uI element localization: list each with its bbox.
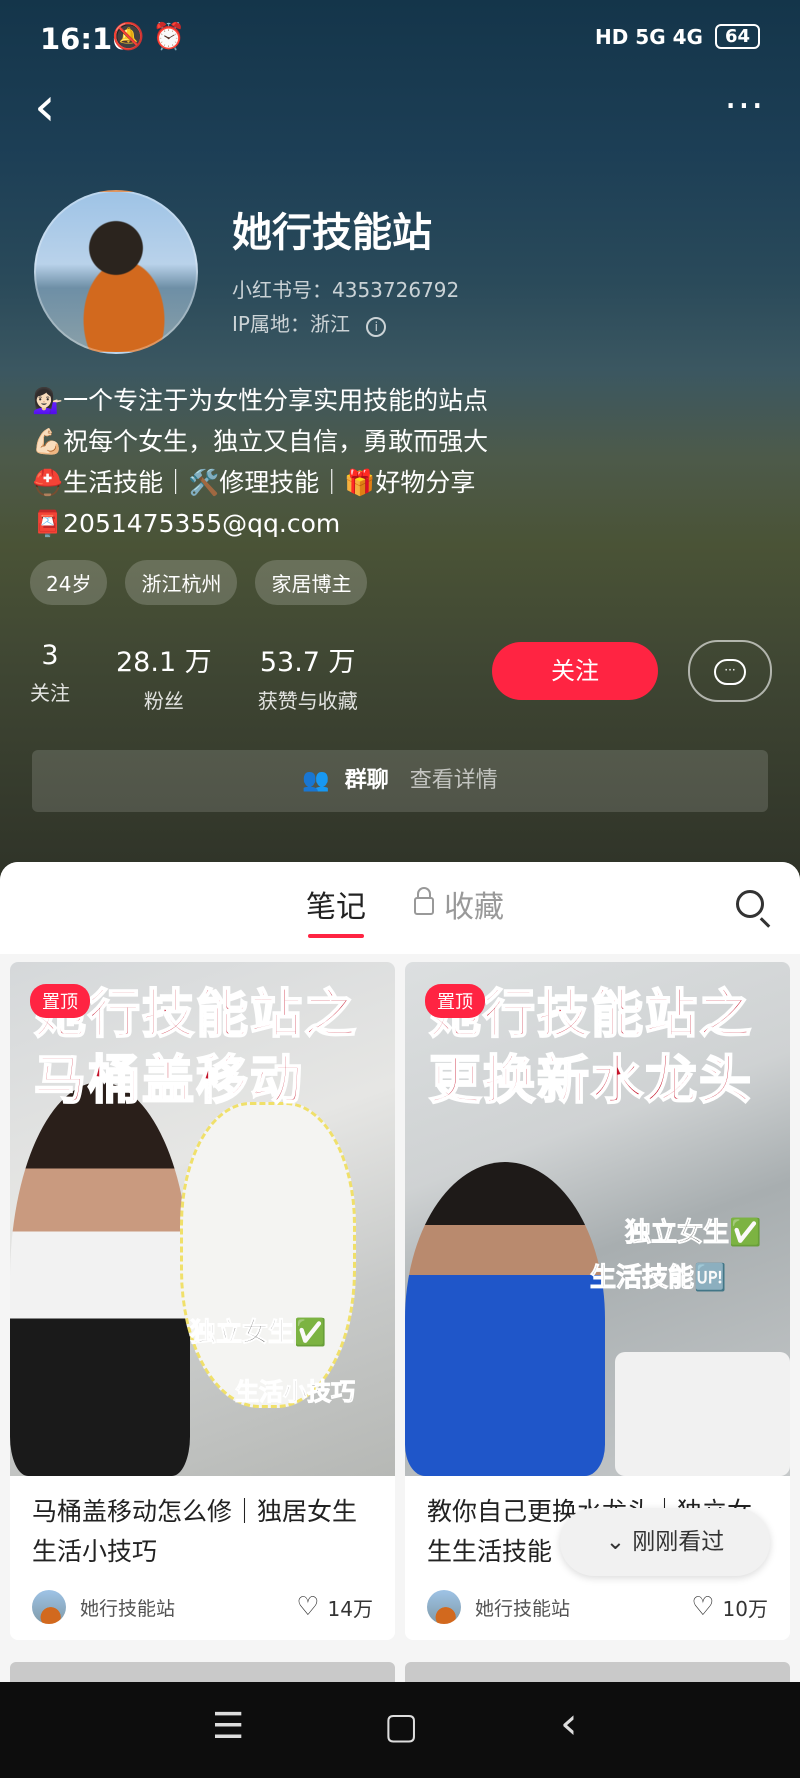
bio-line: 💪🏻祝每个女生，独立又自信，勇敢而强大	[32, 427, 489, 456]
heart-icon: ♡	[296, 1592, 320, 1622]
author-avatar[interactable]	[427, 1590, 461, 1624]
recently-viewed-button[interactable]: ⌄ 刚刚看过	[560, 1508, 770, 1576]
group-chat-bar[interactable]: 👥 群聊 查看详情	[32, 750, 768, 812]
note-title: 马桶盖移动怎么修｜独居女生生活小技巧	[32, 1497, 358, 1566]
stat-likes-label: 获赞与收藏	[257, 689, 358, 713]
author-name[interactable]: 她行技能站	[475, 1594, 570, 1621]
note-card[interactable]: 她行技能站之 马桶盖移动 置顶 独立女生✅ 生活小技巧 马桶盖移动怎么修｜独居女…	[10, 962, 395, 1640]
author-avatar[interactable]	[32, 1590, 66, 1624]
follow-button[interactable]: 关注	[492, 642, 658, 700]
back-icon[interactable]: ‹	[34, 80, 56, 134]
stat-followers[interactable]: 28.1 万 粉丝	[116, 640, 212, 714]
red-id[interactable]: 小红书号：4353726792	[232, 274, 459, 303]
status-bar: 16:16 🔕 ⏰ HD 5G 4G 64	[0, 0, 800, 80]
note-card-peek[interactable]	[10, 1662, 395, 1682]
profile-name: 她行技能站	[232, 210, 432, 256]
cover-person	[405, 1162, 605, 1476]
search-icon[interactable]	[736, 890, 764, 918]
network-indicator: HD 5G 4G	[595, 24, 703, 49]
note-card-peek[interactable]	[405, 1662, 790, 1682]
profile-stats: 3 关注 28.1 万 粉丝 53.7 万 获赞与收藏	[30, 640, 358, 714]
tag-category: 家居博主	[255, 560, 368, 605]
tag-location: 浙江杭州	[125, 560, 238, 605]
stat-likes[interactable]: 53.7 万 获赞与收藏	[258, 640, 358, 714]
group-detail-link: 查看详情	[409, 768, 498, 793]
status-right-icons: HD 5G 4G 64	[595, 24, 760, 49]
stat-followers-count: 28.1 万	[116, 647, 212, 678]
tag-age: 24岁	[30, 560, 108, 605]
bio-line: 💁🏻‍♀️一个专注于为女性分享实用技能的站点	[32, 386, 489, 415]
group-icon: 👥	[302, 768, 330, 793]
heart-icon: ♡	[691, 1592, 715, 1622]
cover-person	[10, 1082, 190, 1476]
status-left-icons: 🔕 ⏰	[112, 22, 186, 52]
author-name[interactable]: 她行技能站	[80, 1594, 175, 1621]
home-icon[interactable]: ▢	[384, 1706, 418, 1747]
battery-icon: 64	[714, 24, 760, 49]
stat-following[interactable]: 3 关注	[30, 640, 70, 714]
stat-following-label: 关注	[30, 681, 70, 705]
bio-email: 📮2051475355@qq.com	[32, 509, 341, 538]
info-icon[interactable]: i	[366, 317, 387, 337]
tab-collect[interactable]: 收藏	[414, 882, 504, 926]
cover-toilet-seat	[180, 1102, 356, 1408]
like-count: 14万	[327, 1596, 373, 1621]
cover-sticker: 独立女生✅	[189, 1318, 327, 1349]
stat-likes-count: 53.7 万	[259, 647, 356, 678]
cover-sticker: 生活小技巧	[235, 1378, 356, 1407]
note-cover-image: 她行技能站之 马桶盖移动 置顶 独立女生✅ 生活小技巧	[10, 962, 395, 1476]
system-nav-bar: ☰ ▢ ‹	[0, 1682, 800, 1778]
more-icon[interactable]: ⋯	[724, 82, 766, 128]
note-meta: 她行技能站 ♡ 10万	[405, 1578, 790, 1640]
tab-bar: 笔记 收藏	[0, 862, 800, 954]
profile-header-background: 16:16 🔕 ⏰ HD 5G 4G 64 ‹ ⋯ 她行技能站 小红书号：435…	[0, 0, 800, 880]
cover-sink	[615, 1352, 790, 1476]
pinned-badge: 置顶	[30, 984, 90, 1018]
pinned-badge: 置顶	[425, 984, 485, 1018]
like-count: 10万	[722, 1596, 768, 1621]
chat-icon: ···	[714, 658, 746, 685]
message-button[interactable]: ···	[688, 640, 772, 702]
stat-following-count: 3	[41, 640, 59, 671]
stat-followers-label: 粉丝	[143, 689, 184, 713]
tab-collect-label: 收藏	[444, 890, 504, 925]
note-cover-image: 她行技能站之 更换新水龙头 置顶 独立女生✅ 生活技能🆙	[405, 962, 790, 1476]
cover-headline-line: 马桶盖移动	[33, 1050, 305, 1112]
profile-bio[interactable]: 💁🏻‍♀️一个专注于为女性分享实用技能的站点 💪🏻祝每个女生，独立又自信，勇敢而…	[32, 380, 488, 544]
tab-notes[interactable]: 笔记	[306, 882, 366, 938]
avatar[interactable]	[34, 190, 198, 354]
ip-location: IP属地：浙江 i	[232, 308, 387, 337]
group-chat-label: 群聊	[344, 768, 389, 793]
like-button[interactable]: ♡ 14万	[296, 1592, 373, 1622]
menu-icon[interactable]: ☰	[212, 1706, 244, 1747]
back-nav-icon[interactable]: ‹	[560, 1698, 578, 1749]
cover-sticker: 生活技能🆙	[589, 1263, 727, 1294]
ip-location-text: IP属地：浙江	[232, 312, 350, 336]
cover-headline-line: 更换新水龙头	[428, 1050, 754, 1112]
bio-line: ⛑️生活技能｜🛠️修理技能｜🎁好物分享	[32, 468, 476, 497]
cover-sticker: 独立女生✅	[624, 1218, 762, 1249]
next-cards-peek	[10, 1662, 790, 1682]
note-meta: 她行技能站 ♡ 14万	[10, 1578, 395, 1640]
profile-tags: 24岁 浙江杭州 家居博主	[30, 560, 368, 605]
lock-icon	[414, 887, 434, 915]
like-button[interactable]: ♡ 10万	[691, 1592, 768, 1622]
